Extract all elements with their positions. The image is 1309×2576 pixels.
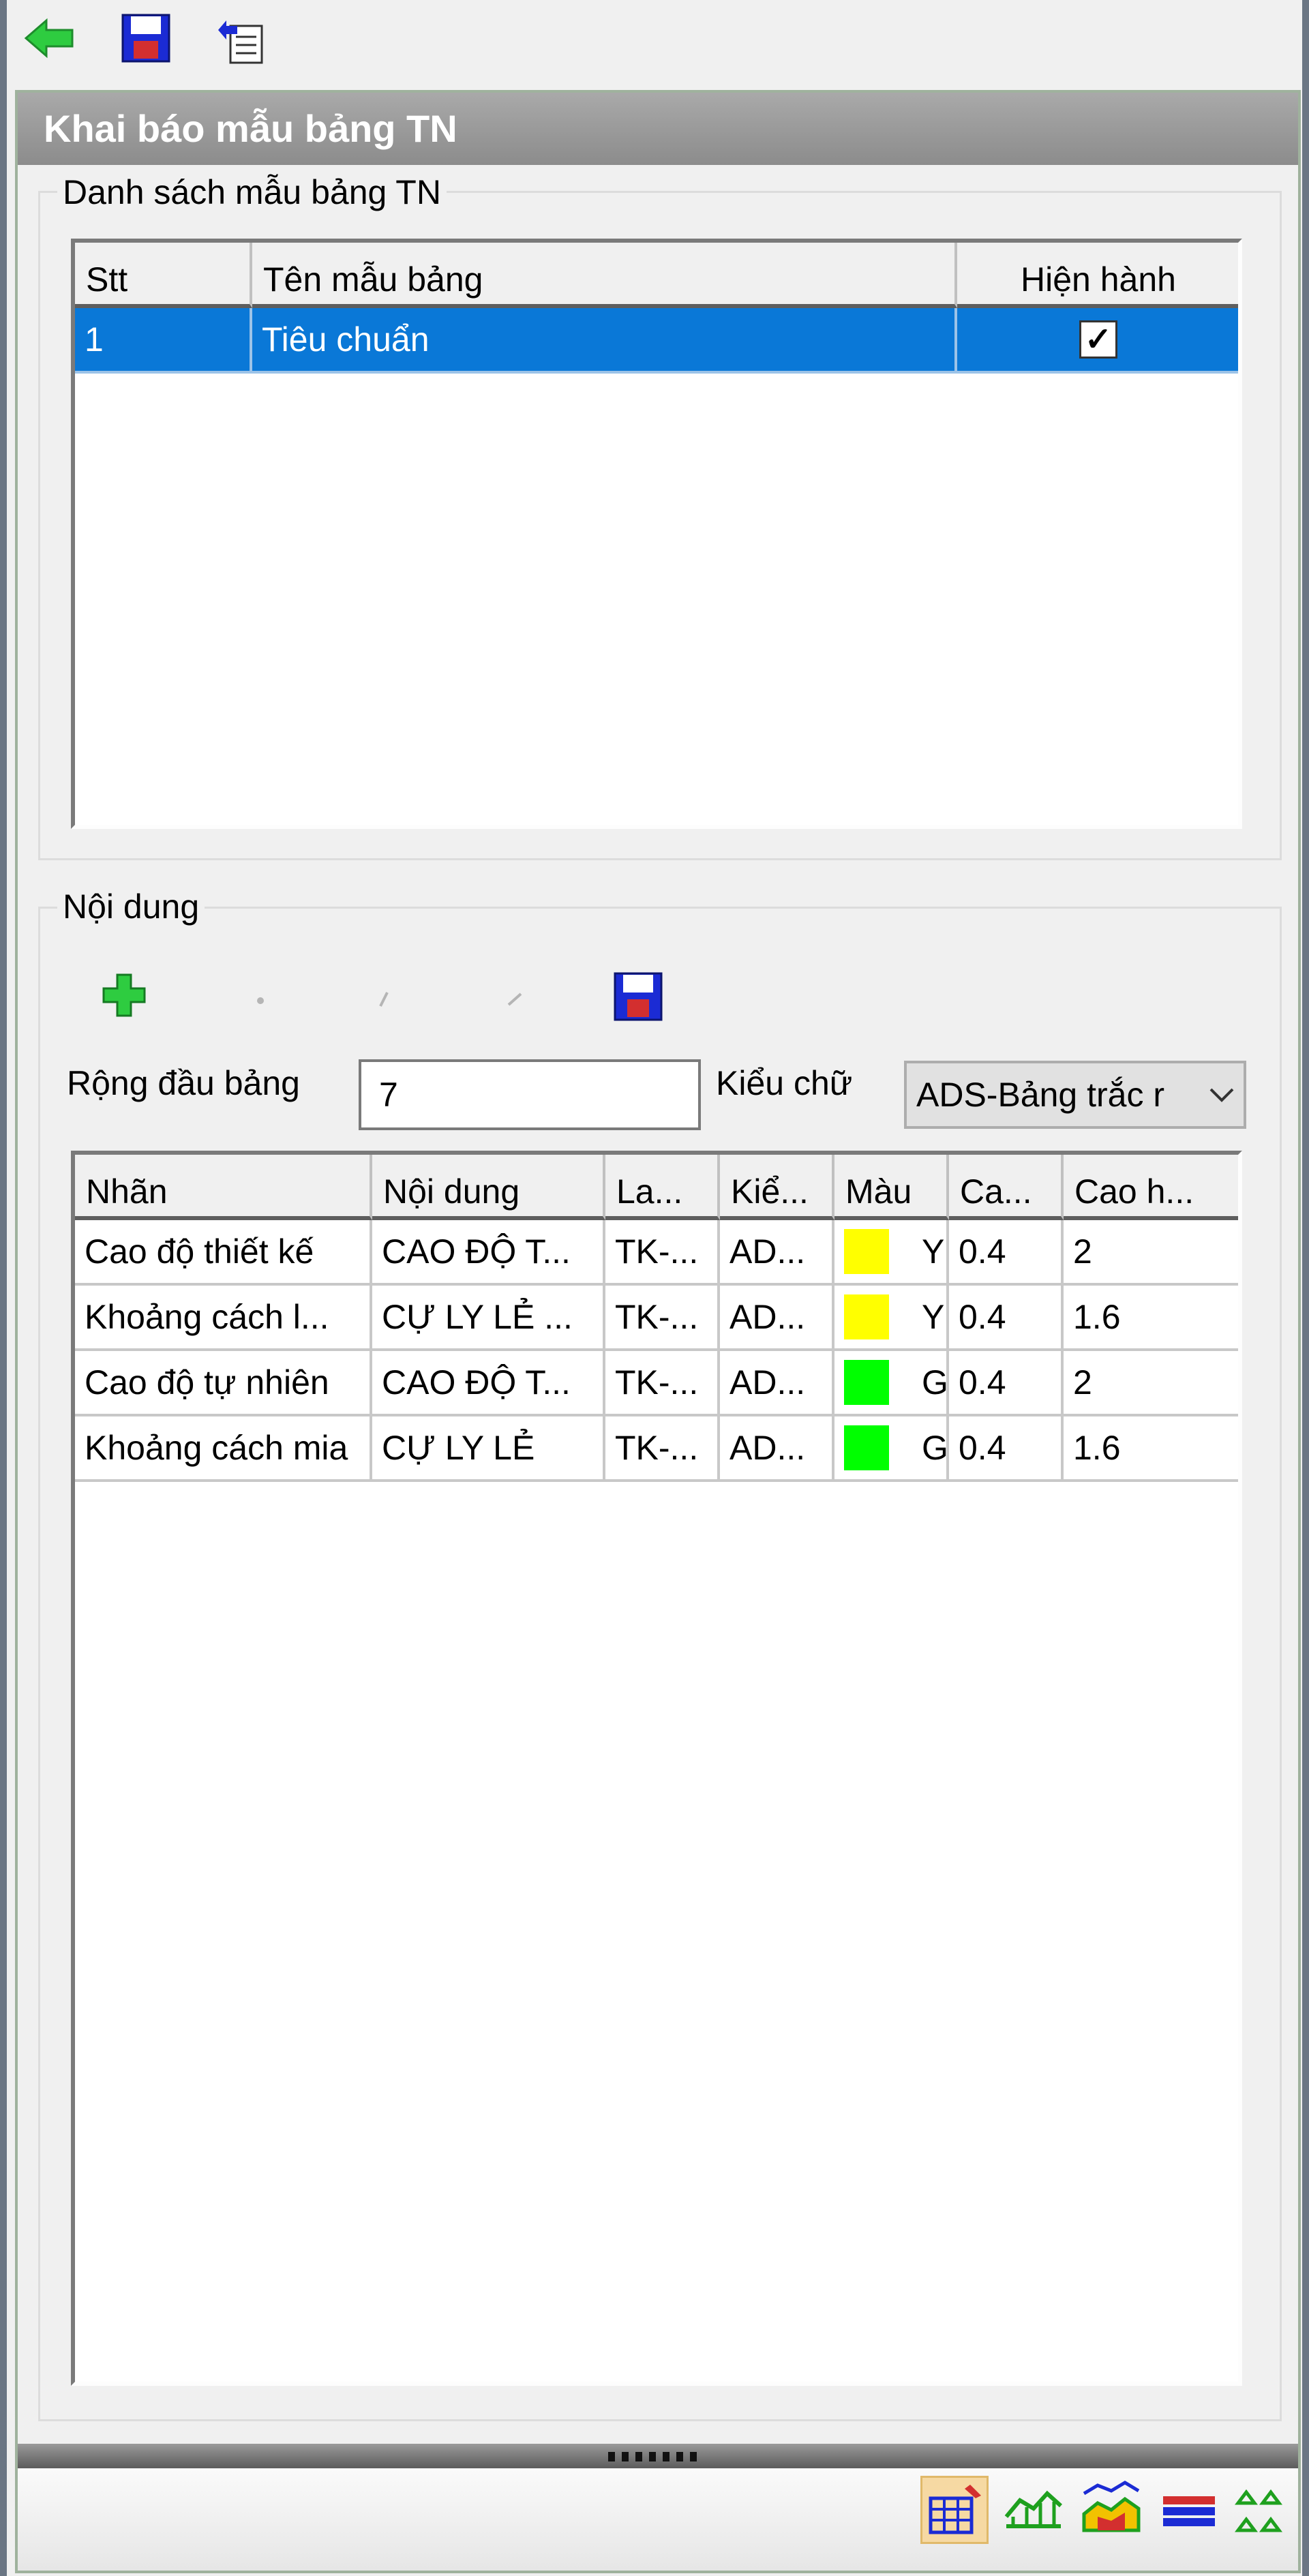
content-grid[interactable]: Nhãn Nội dung La... Kiể... Màu Ca... Cao…	[71, 1151, 1242, 2386]
save-icon[interactable]	[612, 971, 664, 1022]
color-swatch	[844, 1229, 889, 1274]
cell-ca: 0.4	[949, 1220, 1064, 1286]
table-row[interactable]: Cao độ thiết kế CAO ĐỘ T... TK-... AD... Y 0.…	[75, 1220, 1238, 1286]
cell-style: AD...	[720, 1286, 834, 1351]
delete-icon[interactable]	[254, 991, 270, 1007]
cell-style: AD...	[720, 1416, 834, 1482]
cell-height: 2	[1064, 1351, 1238, 1416]
color-code: Y	[922, 1232, 945, 1271]
cell-label: Cao độ tự nhiên	[75, 1351, 372, 1416]
cell-ca: 0.4	[949, 1286, 1064, 1351]
panel-title: Khai báo mẫu bảng TN	[18, 93, 1298, 165]
window-left-border	[0, 0, 7, 2576]
column-header-template-name[interactable]: Tên mẫu bảng	[252, 243, 957, 308]
cell-label: Khoảng cách l...	[75, 1286, 372, 1351]
cell-height: 1.6	[1064, 1416, 1238, 1482]
color-swatch	[844, 1294, 889, 1339]
column-header-height[interactable]: Cao h...	[1064, 1155, 1238, 1220]
cell-ca: 0.4	[949, 1351, 1064, 1416]
cell-color: Y	[834, 1220, 949, 1286]
current-checkbox[interactable]: ✓	[1079, 320, 1117, 359]
color-swatch	[844, 1360, 889, 1405]
cell-color: Y	[834, 1286, 949, 1351]
row-template-name: Tiêu chuẩn	[252, 308, 957, 374]
font-style-value: ADS-Bảng trắc r	[916, 1076, 1165, 1114]
table-grid-icon[interactable]	[920, 2476, 989, 2544]
table-row[interactable]: Cao độ tự nhiên CAO ĐỘ T... TK-... AD... G 0.…	[75, 1351, 1238, 1416]
column-header-color[interactable]: Màu	[834, 1155, 949, 1220]
cell-content: CỰ LY LẺ ...	[372, 1286, 605, 1351]
splitter-bar[interactable]	[18, 2444, 1298, 2468]
column-header-current[interactable]: Hiện hành	[957, 243, 1238, 308]
move-up-icon[interactable]	[375, 990, 394, 1009]
row-current-cell: ✓	[957, 308, 1238, 374]
font-style-select[interactable]: ADS-Bảng trắc r	[904, 1061, 1246, 1129]
move-down-icon[interactable]	[505, 990, 524, 1009]
color-code: G	[922, 1363, 948, 1401]
cell-content: CỰ LY LẺ	[372, 1416, 605, 1482]
cell-label: Khoảng cách mia	[75, 1416, 372, 1482]
cell-layer: TK-...	[605, 1351, 720, 1416]
color-swatch	[844, 1425, 889, 1470]
cell-style: AD...	[720, 1220, 834, 1286]
templates-group-legend: Danh sách mẫu bảng TN	[57, 172, 447, 213]
save-icon[interactable]	[117, 10, 175, 67]
color-code: Y	[922, 1298, 945, 1336]
chevron-down-icon	[1200, 1087, 1244, 1103]
column-header-ca[interactable]: Ca...	[949, 1155, 1064, 1220]
window-right-border	[1302, 0, 1309, 2576]
color-code: G	[922, 1429, 948, 1467]
column-header-content[interactable]: Nội dung	[372, 1155, 605, 1220]
cell-color: G	[834, 1351, 949, 1416]
cell-layer: TK-...	[605, 1286, 720, 1351]
cell-height: 2	[1064, 1220, 1238, 1286]
cell-height: 1.6	[1064, 1286, 1238, 1351]
content-group-legend: Nội dung	[57, 886, 205, 927]
terrain-profile-icon[interactable]	[1077, 2476, 1145, 2544]
cell-content: CAO ĐỘ T...	[372, 1351, 605, 1416]
layers-icon[interactable]	[1155, 2476, 1223, 2544]
font-style-label: Kiểu chữ	[716, 1064, 853, 1102]
column-header-layer[interactable]: La...	[605, 1155, 720, 1220]
add-icon[interactable]	[100, 971, 149, 1020]
cell-color: G	[834, 1416, 949, 1482]
header-width-label: Rộng đầu bảng	[67, 1064, 300, 1102]
column-header-stt[interactable]: Stt	[75, 243, 252, 308]
splitter-grip-icon[interactable]	[608, 2452, 704, 2461]
profile-section-icon[interactable]	[999, 2476, 1068, 2544]
column-header-label[interactable]: Nhãn	[75, 1155, 372, 1220]
templates-grid[interactable]: Stt Tên mẫu bảng Hiện hành 1 Tiêu chuẩn …	[71, 239, 1242, 829]
cell-style: AD...	[720, 1351, 834, 1416]
header-width-input[interactable]: 7	[359, 1059, 701, 1130]
cross-sections-icon[interactable]	[1231, 2476, 1299, 2544]
table-row[interactable]: Khoảng cách mia CỰ LY LẺ TK-... AD... G 0.4 1.…	[75, 1416, 1238, 1482]
row-stt: 1	[75, 308, 252, 374]
column-header-style[interactable]: Kiể...	[720, 1155, 834, 1220]
cell-ca: 0.4	[949, 1416, 1064, 1482]
cell-label: Cao độ thiết kế	[75, 1220, 372, 1286]
back-arrow-icon[interactable]	[20, 10, 78, 67]
cell-content: CAO ĐỘ T...	[372, 1220, 605, 1286]
table-row[interactable]: Khoảng cách l... CỰ LY LẺ ... TK-... AD... Y…	[75, 1286, 1238, 1351]
copy-template-icon[interactable]	[210, 10, 267, 67]
cell-layer: TK-...	[605, 1416, 720, 1482]
cell-layer: TK-...	[605, 1220, 720, 1286]
table-row[interactable]: 1 Tiêu chuẩn ✓	[75, 308, 1238, 374]
